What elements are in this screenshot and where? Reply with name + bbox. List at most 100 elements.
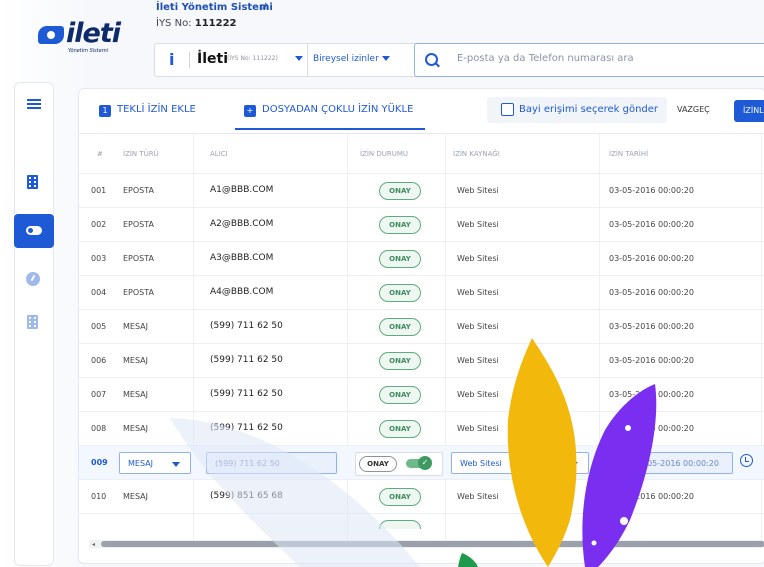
row-recipient: A4@BBB.COM <box>210 287 274 297</box>
toggle-icon <box>26 226 42 235</box>
col-type[interactable]: İZİN TÜRÜ <box>123 150 159 158</box>
building-icon[interactable] <box>27 315 38 329</box>
table-row[interactable]: 002 EPOSTA A2@BBB.COM ONAY Web Sitesi 03… <box>79 207 764 242</box>
row-number: 004 <box>91 288 107 297</box>
status-badge: ONAY <box>379 420 421 438</box>
table-row[interactable]: 008 MESAJ (599) 711 62 50 ONAY Web Sites… <box>79 411 764 446</box>
row-number: 010 <box>91 492 107 501</box>
table-row[interactable]: 005 MESAJ (599) 711 62 50 ONAY Web Sites… <box>79 309 764 344</box>
status-toggle[interactable]: ✓ <box>406 456 432 470</box>
recipient-field[interactable]: (599) 711 62 50 <box>206 452 337 474</box>
table-row[interactable]: 010 MESAJ (599) 851 65 68 ONAY Web Sites… <box>79 479 764 514</box>
table-row[interactable]: 003 EPOSTA A3@BBB.COM ONAY Web Sitesi 03… <box>79 241 764 276</box>
row-recipient: (599) 711 62 50 <box>210 389 283 399</box>
row-source: Web Sitesi <box>457 254 499 263</box>
calendar-icon[interactable] <box>609 455 620 467</box>
brand-ys-hint: (İYS No: 111222) <box>227 55 278 62</box>
gauge-icon[interactable] <box>26 272 40 286</box>
row-type: EPOSTA <box>123 288 154 297</box>
col-date[interactable]: İZİN TARİHİ <box>609 150 648 158</box>
date-field[interactable]: 03-05-2016 00:00:20 <box>625 452 733 474</box>
row-recipient: (599) 851 65 68 <box>210 491 283 501</box>
horizontal-scrollbar[interactable]: ◂ <box>89 540 764 548</box>
row-number: 003 <box>91 254 107 263</box>
row-number: 008 <box>91 424 107 433</box>
row-date: 03-05-2016 00:00:20 <box>609 254 694 263</box>
table-row[interactable]: 001 EPOSTA A1@BBB.COM ONAY Web Sitesi 03… <box>79 173 764 208</box>
status-badge: ONAY <box>379 352 421 370</box>
ys-number: 111222 <box>194 18 237 29</box>
col-status[interactable]: İZİN DURUMU <box>360 150 408 158</box>
ys-number-line: İYS No: 111222 <box>156 18 237 29</box>
scroll-thumb[interactable] <box>101 541 764 547</box>
logo-mark-icon <box>38 26 64 44</box>
row-number: 009 <box>91 458 108 467</box>
system-title: İleti Yönetim Sistemi <box>156 2 273 13</box>
chevron-down-icon[interactable] <box>382 56 390 61</box>
source-select[interactable]: Web Sitesi <box>451 452 589 474</box>
status-badge: ONAY <box>379 488 421 506</box>
clock-icon[interactable] <box>740 454 753 467</box>
row-type: MESAJ <box>123 322 149 331</box>
ileti-logo[interactable]: ileti Yönetim Sistemi <box>38 18 138 60</box>
status-badge: ONAY <box>379 386 421 404</box>
chevron-down-icon <box>172 462 180 467</box>
row-source: Web Sitesi <box>457 322 499 331</box>
row-type: MESAJ <box>123 424 149 433</box>
cancel-button[interactable]: VAZGEÇ <box>677 105 710 114</box>
row-number: 006 <box>91 356 107 365</box>
col-source[interactable]: İZİN KAYNAĞI <box>453 150 500 158</box>
row-number: 001 <box>91 186 107 195</box>
row-recipient: (599) 711 62 50 <box>210 355 283 365</box>
row-recipient: A3@BBB.COM <box>210 253 274 263</box>
search-input[interactable] <box>455 52 759 65</box>
submit-consents-button[interactable]: İZİNL <box>734 100 764 122</box>
single-consent-label: TEKLİ İZİN EKLE <box>117 104 196 115</box>
status-badge: ONAY <box>379 216 421 234</box>
row-date: 03-05-2016 00:00:20 <box>609 186 694 195</box>
menu-icon[interactable] <box>27 99 41 109</box>
row-recipient: A2@BBB.COM <box>210 219 274 229</box>
row-source: Web Sitesi <box>457 390 499 399</box>
swap-system-icon[interactable]: ⇄ <box>259 0 268 13</box>
permission-type-select[interactable]: Bireysel izinler <box>313 54 379 64</box>
table-row[interactable]: 006 MESAJ (599) 711 62 50 ONAY Web Sites… <box>79 343 764 378</box>
row-number: 002 <box>91 220 107 229</box>
row-number: 007 <box>91 390 107 399</box>
single-consent-tab[interactable]: 1 TEKLİ İZİN EKLE <box>99 104 196 117</box>
logo-subtitle: Yönetim Sistemi <box>68 48 109 54</box>
table-row[interactable]: 007 MESAJ (599) 711 62 50 ONAY Web Sites… <box>79 377 764 412</box>
row-type: MESAJ <box>123 356 149 365</box>
col-recipient[interactable]: ALICI <box>210 150 228 158</box>
row-type: EPOSTA <box>123 186 154 195</box>
search-icon <box>425 53 438 66</box>
table-row[interactable]: 004 EPOSTA A4@BBB.COM ONAY Web Sitesi 03… <box>79 275 764 310</box>
sidebar <box>14 82 54 566</box>
row-recipient: (599) 711 62 50 <box>210 321 283 331</box>
dealer-access-option[interactable]: Bayi erişimi seçerek gönder <box>487 97 667 123</box>
ys-label: İYS No: <box>156 18 192 29</box>
type-select-value: MESAJ <box>128 459 154 468</box>
brand-selector[interactable]: i İleti (İYS No: 111222) Bireysel izinle… <box>154 43 420 77</box>
panel-toolbar: 1 TEKLİ İZİN EKLE + DOSYADAN ÇOKLU İZİN YÜ… <box>79 89 764 134</box>
row-source: Web Sitesi <box>457 288 499 297</box>
sidebar-item-consents[interactable] <box>14 214 54 248</box>
row-source: Web Sitesi <box>457 220 499 229</box>
scroll-left-icon[interactable]: ◂ <box>92 541 95 548</box>
chevron-down-icon[interactable] <box>295 56 303 61</box>
row-type: MESAJ <box>123 390 149 399</box>
status-toggle-field[interactable]: ONAY ✓ <box>355 452 443 476</box>
active-tab-underline <box>235 128 425 130</box>
type-select[interactable]: MESAJ <box>119 452 191 474</box>
row-number: 005 <box>91 322 107 331</box>
table-row-editing[interactable]: 009 MESAJ (599) 711 62 50 ONAY ✓ Web Sit… <box>79 445 764 480</box>
plus-icon: + <box>244 105 256 117</box>
dealer-access-checkbox[interactable] <box>501 103 514 116</box>
row-source: Web Sitesi <box>457 424 499 433</box>
number-one-icon: 1 <box>99 105 111 117</box>
chevron-down-icon <box>570 462 578 467</box>
bulk-upload-tab[interactable]: + DOSYADAN ÇOKLU İZİN YÜKLE <box>244 104 413 117</box>
building-icon[interactable] <box>27 175 38 189</box>
search-bar[interactable] <box>414 43 764 77</box>
row-source: Web Sitesi <box>457 492 499 501</box>
